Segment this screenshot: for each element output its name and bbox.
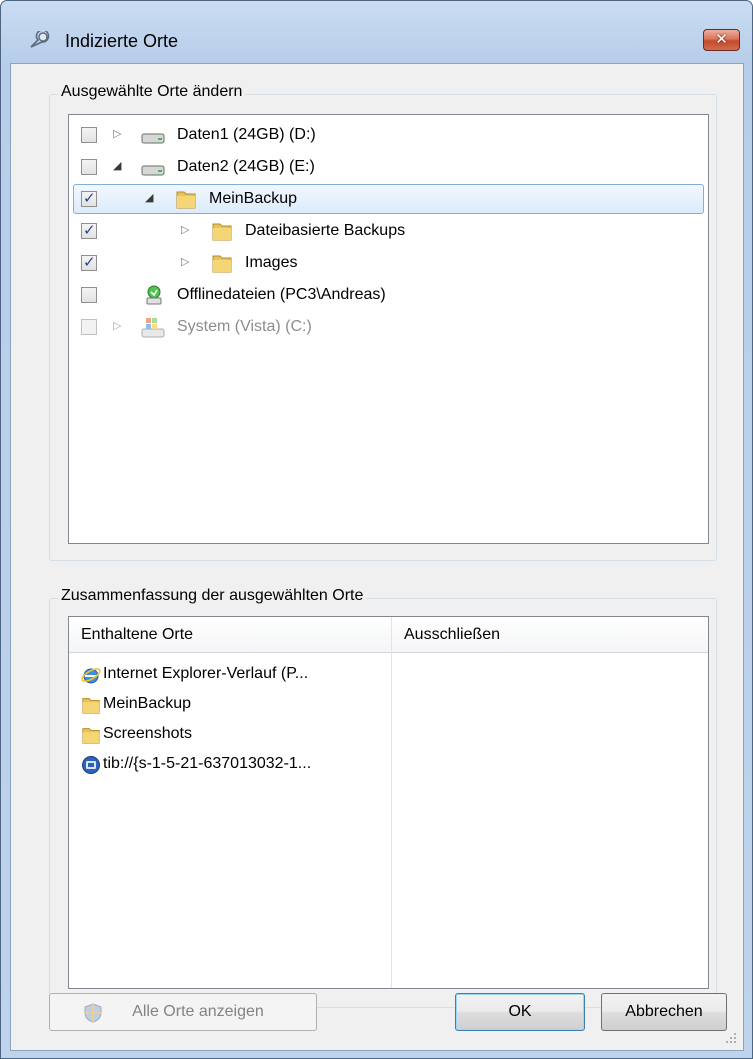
column-header-included[interactable]: Enthaltene Orte	[81, 626, 193, 644]
location-tree[interactable]: ▷ Daten1 (24GB) (D:) ◢ Daten2 (24GB) (E:…	[68, 114, 709, 544]
offline-files-icon	[146, 285, 162, 305]
title-bar[interactable]: Indizierte Orte ✕	[1, 1, 752, 63]
tree-item-label: System (Vista) (C:)	[177, 318, 312, 335]
folder-icon	[82, 728, 100, 744]
cancel-button[interactable]: Abbrechen	[601, 993, 727, 1031]
list-item-label: Internet Explorer-Verlauf (P...	[103, 665, 309, 682]
tree-item-label: Daten1 (24GB) (D:)	[177, 126, 316, 143]
window-title: Indizierte Orte	[65, 31, 179, 51]
summary-list[interactable]: Enthaltene Orte Ausschließen Internet Ex…	[68, 616, 709, 989]
tree-item-images[interactable]: ▷ Images	[69, 248, 708, 278]
tree-item-label: Daten2 (24GB) (E:)	[177, 158, 315, 175]
tree-item-offlinedateien[interactable]: Offlinedateien (PC3\Andreas)	[69, 280, 708, 310]
list-header: Enthaltene Orte Ausschließen	[69, 617, 708, 653]
resize-grip-icon[interactable]	[725, 1032, 737, 1044]
checkbox-daten2[interactable]	[81, 159, 97, 175]
selected-locations-group-label: Ausgewählte Orte ändern	[58, 83, 246, 101]
checkbox-system-vista[interactable]	[81, 319, 97, 335]
show-all-locations-label: Alle Orte anzeigen	[132, 1003, 264, 1020]
collapse-arrow-icon[interactable]: ◢	[113, 159, 125, 173]
checkbox-offlinedateien[interactable]	[81, 287, 97, 303]
expand-arrow-icon[interactable]: ▷	[113, 319, 125, 333]
tree-item-meinbackup[interactable]: ◢ MeinBackup	[69, 184, 708, 214]
dialog-client-area: Ausgewählte Orte ändern ▷ Daten1 (24GB) …	[10, 63, 744, 1051]
column-divider[interactable]	[391, 617, 392, 988]
expand-arrow-icon[interactable]: ▷	[113, 127, 125, 141]
uac-shield-icon	[84, 1003, 102, 1023]
collapse-arrow-icon[interactable]: ◢	[145, 191, 157, 205]
internet-explorer-icon	[81, 668, 101, 684]
folder-icon	[176, 191, 196, 209]
checkbox-dateibasierte-backups[interactable]	[81, 221, 97, 239]
show-all-locations-button[interactable]: Alle Orte anzeigen	[49, 993, 317, 1031]
list-item-label: Screenshots	[103, 725, 192, 742]
tree-item-label: Dateibasierte Backups	[245, 222, 406, 239]
backup-archive-icon	[82, 756, 100, 774]
folder-icon	[212, 255, 232, 273]
indexing-options-icon	[30, 31, 50, 48]
drive-icon	[141, 133, 165, 144]
folder-icon	[82, 698, 100, 714]
close-button[interactable]: ✕	[703, 29, 740, 51]
list-item-label: MeinBackup	[103, 695, 192, 712]
column-header-excluded[interactable]: Ausschließen	[404, 626, 500, 644]
tree-item-daten2[interactable]: ◢ Daten2 (24GB) (E:)	[69, 152, 708, 182]
tree-item-label: MeinBackup	[209, 190, 298, 207]
tree-item-label: Images	[245, 254, 298, 271]
list-item-label: tib://{s-1-5-21-637013032-1...	[103, 755, 312, 772]
dialog-window: Indizierte Orte ✕ Ausgewählte Orte änder…	[0, 0, 753, 1059]
summary-group-label: Zusammenfassung der ausgewählten Orte	[58, 587, 367, 605]
system-drive-icon	[141, 318, 165, 338]
tree-item-system-vista[interactable]: ▷ System (Vista) (C:)	[69, 312, 708, 342]
tree-item-dateibasierte-backups[interactable]: ▷ Dateibasierte Backups	[69, 216, 708, 246]
folder-icon	[212, 223, 232, 241]
expand-arrow-icon[interactable]: ▷	[181, 255, 193, 269]
drive-icon	[141, 165, 165, 176]
tree-item-label: Offlinedateien (PC3\Andreas)	[177, 286, 386, 303]
checkbox-images[interactable]	[81, 253, 97, 271]
expand-arrow-icon[interactable]: ▷	[181, 223, 193, 237]
checkbox-daten1[interactable]	[81, 127, 97, 143]
checkbox-meinbackup[interactable]	[81, 189, 97, 207]
tree-item-daten1[interactable]: ▷ Daten1 (24GB) (D:)	[69, 120, 708, 150]
ok-button[interactable]: OK	[455, 993, 585, 1031]
